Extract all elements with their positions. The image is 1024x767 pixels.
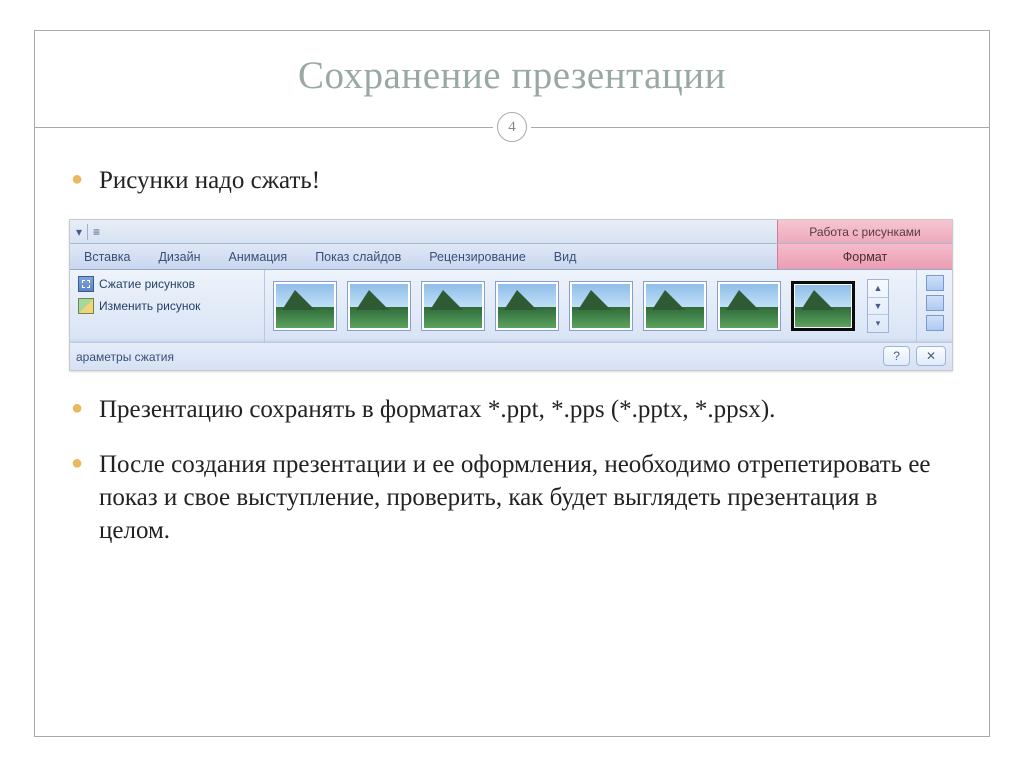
scroll-up-icon[interactable]: ▲ (868, 280, 888, 298)
contextual-tab-title: Работа с рисунками (777, 220, 952, 243)
change-picture-label: Изменить рисунок (99, 299, 200, 313)
close-button[interactable]: ✕ (916, 346, 946, 366)
style-thumb-selected[interactable] (791, 281, 855, 331)
ribbon-titlebar: ▾ ≡ Работа с рисунками (70, 220, 952, 244)
footer-label: араметры сжатия (76, 350, 174, 364)
gallery-scroll[interactable]: ▲ ▼ ▾ (867, 279, 889, 333)
bullet-item: Рисунки надо сжать! (71, 164, 953, 197)
tab-view[interactable]: Вид (540, 244, 591, 269)
bullet-list-2: Презентацию сохранять в форматах *.ppt, … (71, 393, 953, 547)
bullet-item: После создания презентации и ее оформлен… (71, 448, 953, 547)
style-thumb[interactable] (569, 281, 633, 331)
shape-border-icon[interactable] (926, 275, 944, 291)
tab-slideshow[interactable]: Показ слайдов (301, 244, 415, 269)
divider-line-left (35, 127, 493, 128)
ribbon-footer: араметры сжатия ? ✕ (70, 342, 952, 370)
bullet-item: Презентацию сохранять в форматах *.ppt, … (71, 393, 953, 426)
tab-insert[interactable]: Вставка (70, 244, 144, 269)
style-thumb[interactable] (643, 281, 707, 331)
shape-layout-icon[interactable] (926, 315, 944, 331)
qat-separator (87, 224, 88, 240)
bullet-list: Рисунки надо сжать! (71, 164, 953, 197)
style-thumb[interactable] (273, 281, 337, 331)
ribbon-screenshot: ▾ ≡ Работа с рисунками Вставка Дизайн Ан… (69, 219, 953, 371)
group-arrange (916, 270, 952, 342)
qat-dropdown-icon[interactable]: ▾ (76, 225, 82, 239)
scroll-down-icon[interactable]: ▼ (868, 298, 888, 316)
ribbon-tabs: Вставка Дизайн Анимация Показ слайдов Ре… (70, 244, 952, 270)
slide-number-badge: 4 (497, 112, 527, 142)
help-button[interactable]: ? (883, 346, 910, 366)
style-thumb[interactable] (421, 281, 485, 331)
divider-line-right (531, 127, 989, 128)
change-picture-button[interactable]: Изменить рисунок (76, 297, 258, 315)
tab-review[interactable]: Рецензирование (415, 244, 540, 269)
slide-number-divider: 4 (35, 112, 989, 142)
slide-frame: Сохранение презентации 4 Рисунки надо сж… (34, 30, 990, 737)
shape-effects-icon[interactable] (926, 295, 944, 311)
compress-pictures-button[interactable]: Сжатие рисунков (76, 275, 258, 293)
gallery-more-icon[interactable]: ▾ (868, 315, 888, 332)
change-picture-icon (78, 298, 94, 314)
slide: Сохранение презентации 4 Рисунки надо сж… (0, 0, 1024, 767)
compress-label: Сжатие рисунков (99, 277, 195, 291)
footer-buttons: ? ✕ (883, 346, 946, 366)
slide-title: Сохранение презентации (35, 53, 989, 98)
compress-icon (78, 276, 94, 292)
group-adjust: Сжатие рисунков Изменить рисунок (70, 270, 265, 342)
tab-format[interactable]: Формат (777, 244, 952, 269)
tab-animation[interactable]: Анимация (215, 244, 302, 269)
tab-design[interactable]: Дизайн (144, 244, 214, 269)
qat-overflow-icon[interactable]: ≡ (93, 225, 100, 239)
style-thumb[interactable] (347, 281, 411, 331)
quick-access-toolbar: ▾ ≡ (70, 220, 106, 243)
ribbon-body: Сжатие рисунков Изменить рисунок (70, 270, 952, 342)
style-thumb[interactable] (495, 281, 559, 331)
picture-styles-gallery: ▲ ▼ ▾ (265, 270, 916, 342)
style-thumb[interactable] (717, 281, 781, 331)
slide-content: Рисунки надо сжать! ▾ ≡ Работа с рисунка… (35, 142, 989, 547)
